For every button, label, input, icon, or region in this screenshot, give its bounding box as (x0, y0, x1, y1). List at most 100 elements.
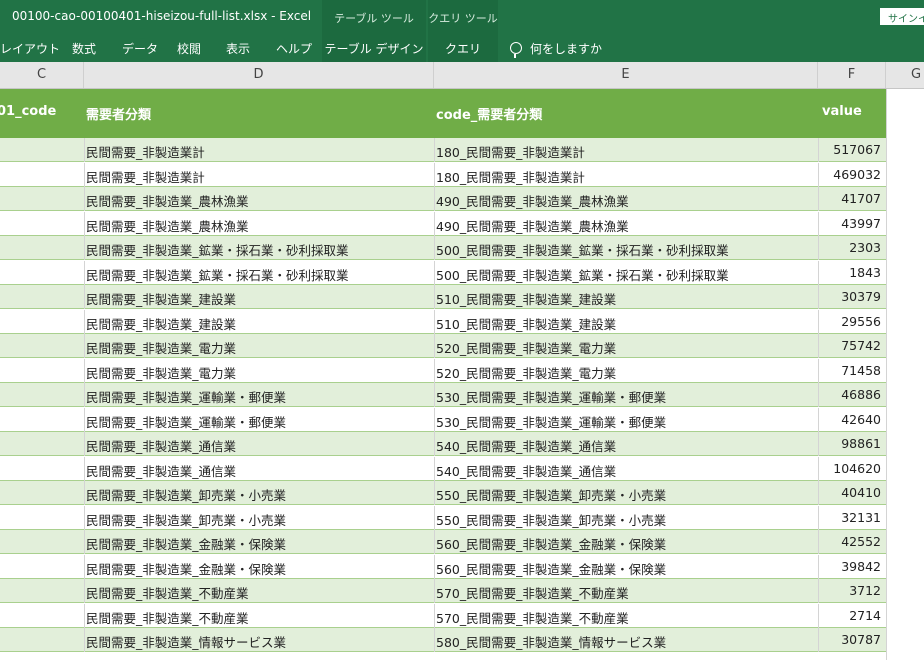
tell-me-box[interactable]: 何をしますか (510, 34, 602, 62)
cell-value[interactable]: 29556 (818, 310, 884, 334)
tab-help[interactable]: ヘルプ (276, 34, 312, 62)
tab-page-layout[interactable]: レイアウト (0, 34, 60, 62)
tab-view[interactable]: 表示 (226, 34, 250, 62)
column-header-c[interactable]: C (0, 62, 84, 88)
cell-code-category[interactable]: 540_民間需要_非製造業_通信業 (436, 432, 816, 456)
cell-code-category[interactable]: 510_民間需要_非製造業_建設業 (436, 310, 816, 334)
cell-code-category[interactable]: 530_民間需要_非製造業_運輸業・郵便業 (436, 408, 816, 432)
cell-value[interactable]: 75742 (818, 334, 884, 358)
cell-category[interactable]: 民間需要_非製造業_運輸業・郵便業 (86, 408, 432, 432)
cell-c[interactable] (0, 236, 84, 260)
cell-value[interactable]: 46886 (818, 383, 884, 407)
cell-value[interactable]: 98861 (818, 432, 884, 456)
cell-c[interactable] (0, 408, 84, 432)
cell-value[interactable]: 42552 (818, 530, 884, 554)
tab-query[interactable]: クエリ (428, 34, 498, 62)
cell-code-category[interactable]: 580_民間需要_非製造業_情報サービス業 (436, 628, 816, 652)
cell-c[interactable] (0, 359, 84, 383)
cell-value[interactable]: 3712 (818, 579, 884, 603)
cell-c[interactable] (0, 579, 84, 603)
cell-c[interactable] (0, 163, 84, 187)
column-header-f[interactable]: F (818, 62, 886, 88)
cell-value[interactable]: 469032 (818, 163, 884, 187)
cell-c[interactable] (0, 334, 84, 358)
cell-category[interactable]: 民間需要_非製造業_金融業・保険業 (86, 555, 432, 579)
cell-c[interactable] (0, 261, 84, 285)
cell-category[interactable]: 民間需要_非製造業計 (86, 138, 432, 162)
cell-c[interactable] (0, 628, 84, 652)
cell-code-category[interactable]: 570_民間需要_非製造業_不動産業 (436, 579, 816, 603)
cell-value[interactable]: 41707 (818, 187, 884, 211)
tab-table-design[interactable]: テーブル デザイン (322, 34, 426, 62)
cell-category[interactable]: 民間需要_非製造業_不動産業 (86, 579, 432, 603)
header-cell-value[interactable]: value (822, 89, 884, 138)
tab-formulas[interactable]: 数式 (72, 34, 96, 62)
cell-category[interactable]: 民間需要_非製造業_電力業 (86, 334, 432, 358)
cell-value[interactable]: 32131 (818, 506, 884, 530)
cell-value[interactable]: 39842 (818, 555, 884, 579)
cell-value[interactable]: 40410 (818, 481, 884, 505)
cell-c[interactable] (0, 285, 84, 309)
cell-value[interactable]: 71458 (818, 359, 884, 383)
cell-value[interactable]: 1843 (818, 261, 884, 285)
cell-c[interactable] (0, 481, 84, 505)
cell-category[interactable]: 民間需要_非製造業_電力業 (86, 359, 432, 383)
cell-category[interactable]: 民間需要_非製造業_鉱業・採石業・砂利採取業 (86, 236, 432, 260)
cell-c[interactable] (0, 310, 84, 334)
header-cell-code-category[interactable]: code_需要者分類 (436, 89, 816, 138)
cell-category[interactable]: 民間需要_非製造業_情報サービス業 (86, 628, 432, 652)
cell-code-category[interactable]: 530_民間需要_非製造業_運輸業・郵便業 (436, 383, 816, 407)
cell-category[interactable]: 民間需要_非製造業_農林漁業 (86, 212, 432, 236)
cell-category[interactable]: 民間需要_非製造業_運輸業・郵便業 (86, 383, 432, 407)
cell-category[interactable]: 民間需要_非製造業_農林漁業 (86, 187, 432, 211)
cell-c[interactable] (0, 457, 84, 481)
cell-category[interactable]: 民間需要_非製造業_金融業・保険業 (86, 530, 432, 554)
cell-code-category[interactable]: 500_民間需要_非製造業_鉱業・採石業・砂利採取業 (436, 236, 816, 260)
column-header-e[interactable]: E (434, 62, 818, 88)
column-header-g[interactable]: G (886, 62, 924, 88)
cell-code-category[interactable]: 180_民間需要_非製造業計 (436, 163, 816, 187)
cell-c[interactable] (0, 187, 84, 211)
cell-code-category[interactable]: 520_民間需要_非製造業_電力業 (436, 359, 816, 383)
cell-value[interactable]: 30379 (818, 285, 884, 309)
tab-review[interactable]: 校閲 (177, 34, 201, 62)
cell-code-category[interactable]: 180_民間需要_非製造業計 (436, 138, 816, 162)
cell-code-category[interactable]: 550_民間需要_非製造業_卸売業・小売業 (436, 481, 816, 505)
cell-code-category[interactable]: 520_民間需要_非製造業_電力業 (436, 334, 816, 358)
cell-c[interactable] (0, 212, 84, 236)
cell-c[interactable] (0, 383, 84, 407)
cell-value[interactable]: 2303 (818, 236, 884, 260)
cell-code-category[interactable]: 560_民間需要_非製造業_金融業・保険業 (436, 530, 816, 554)
cell-category[interactable]: 民間需要_非製造業_建設業 (86, 310, 432, 334)
cell-value[interactable]: 42640 (818, 408, 884, 432)
cell-category[interactable]: 民間需要_非製造業_卸売業・小売業 (86, 506, 432, 530)
signin-button[interactable]: サインイン (880, 8, 924, 25)
cell-code-category[interactable]: 510_民間需要_非製造業_建設業 (436, 285, 816, 309)
cell-category[interactable]: 民間需要_非製造業_卸売業・小売業 (86, 481, 432, 505)
cell-category[interactable]: 民間需要_非製造業計 (86, 163, 432, 187)
tab-data[interactable]: データ (122, 34, 158, 62)
cell-code-category[interactable]: 490_民間需要_非製造業_農林漁業 (436, 187, 816, 211)
cell-value[interactable]: 517067 (818, 138, 884, 162)
cell-c[interactable] (0, 506, 84, 530)
cell-code-category[interactable]: 550_民間需要_非製造業_卸売業・小売業 (436, 506, 816, 530)
column-g-cells[interactable] (886, 89, 924, 660)
cell-c[interactable] (0, 432, 84, 456)
cell-code-category[interactable]: 570_民間需要_非製造業_不動産業 (436, 604, 816, 628)
cell-code-category[interactable]: 500_民間需要_非製造業_鉱業・採石業・砂利採取業 (436, 261, 816, 285)
cell-value[interactable]: 30787 (818, 628, 884, 652)
header-cell-code[interactable]: 01_code (0, 89, 84, 138)
header-cell-category[interactable]: 需要者分類 (86, 89, 432, 138)
cell-category[interactable]: 民間需要_非製造業_建設業 (86, 285, 432, 309)
cell-category[interactable]: 民間需要_非製造業_不動産業 (86, 604, 432, 628)
cell-c[interactable] (0, 604, 84, 628)
cell-code-category[interactable]: 560_民間需要_非製造業_金融業・保険業 (436, 555, 816, 579)
cell-category[interactable]: 民間需要_非製造業_通信業 (86, 432, 432, 456)
cell-code-category[interactable]: 490_民間需要_非製造業_農林漁業 (436, 212, 816, 236)
cell-c[interactable] (0, 138, 84, 162)
cell-category[interactable]: 民間需要_非製造業_鉱業・採石業・砂利採取業 (86, 261, 432, 285)
cell-c[interactable] (0, 530, 84, 554)
cell-code-category[interactable]: 540_民間需要_非製造業_通信業 (436, 457, 816, 481)
column-header-d[interactable]: D (84, 62, 434, 88)
cell-category[interactable]: 民間需要_非製造業_通信業 (86, 457, 432, 481)
